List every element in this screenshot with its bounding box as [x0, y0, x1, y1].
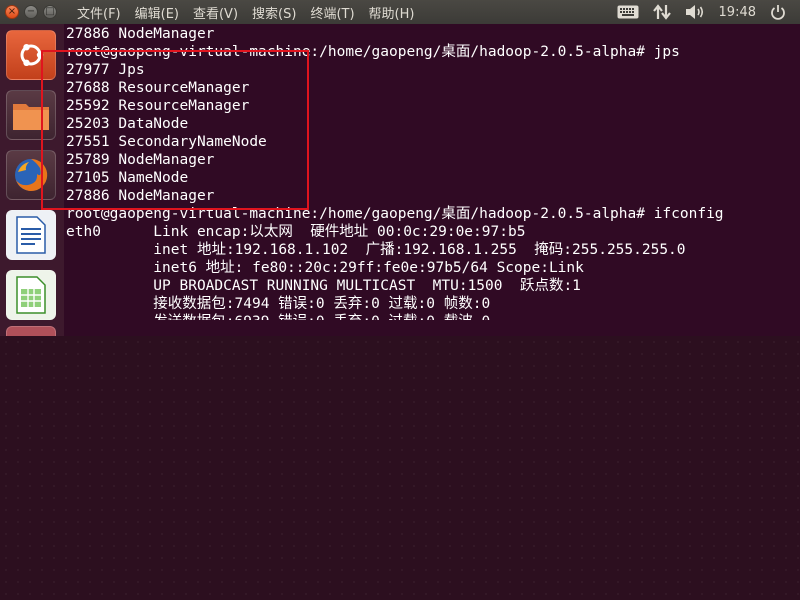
window-controls: × − □ [0, 5, 69, 19]
volume-icon[interactable] [685, 4, 705, 20]
menu-help[interactable]: 帮助(H) [369, 3, 415, 22]
close-icon: × [7, 6, 17, 17]
calc-button[interactable] [6, 270, 56, 320]
terminal-line: inet 地址:192.168.1.102 广播:192.168.1.255 掩… [66, 242, 686, 258]
writer-icon [16, 216, 46, 254]
clock[interactable]: 19:48 [719, 5, 756, 20]
menu-edit[interactable]: 编辑(E) [135, 3, 179, 22]
menu-search[interactable]: 搜索(S) [252, 3, 296, 22]
top-panel: × − □ 文件(F) 编辑(E) 查看(V) 搜索(S) 终端(T) 帮助(H… [0, 0, 800, 24]
terminal-line: 发送数据包:6939 错误:0 丢弃:0 过载:0 载波 0 [66, 313, 724, 320]
system-tray: 19:48 [617, 4, 800, 20]
minimize-button[interactable]: − [24, 5, 38, 19]
terminal-line: 接收数据包:7494 错误:0 丢弃:0 过载:0 帧数:0 [66, 296, 491, 312]
red-highlight-box [41, 50, 309, 210]
menu-file[interactable]: 文件(F) [77, 3, 121, 22]
terminal-partial-row [64, 320, 800, 336]
terminal-line: UP BROADCAST RUNNING MULTICAST MTU:1500 … [66, 278, 581, 294]
terminal-line: inet6 地址: fe80::20c:29ff:fe0e:97b5/64 Sc… [66, 260, 584, 276]
power-icon[interactable] [770, 4, 786, 20]
impress-button[interactable] [6, 326, 56, 336]
minimize-icon: − [26, 6, 36, 17]
keyboard-icon[interactable] [617, 5, 639, 19]
calc-icon [16, 276, 46, 314]
terminal-line: 27886 NodeManager [66, 26, 215, 42]
menu-view[interactable]: 查看(V) [193, 3, 238, 22]
maximize-button[interactable]: □ [43, 5, 57, 19]
writer-button[interactable] [6, 210, 56, 260]
close-button[interactable]: × [5, 5, 19, 19]
terminal-line: eth0 Link encap:以太网 硬件地址 00:0c:29:0e:97:… [66, 224, 526, 240]
maximize-icon: □ [45, 6, 55, 17]
menu-bar: 文件(F) 编辑(E) 查看(V) 搜索(S) 终端(T) 帮助(H) [69, 3, 414, 22]
network-icon[interactable] [652, 4, 671, 20]
menu-terminal[interactable]: 终端(T) [310, 3, 354, 22]
